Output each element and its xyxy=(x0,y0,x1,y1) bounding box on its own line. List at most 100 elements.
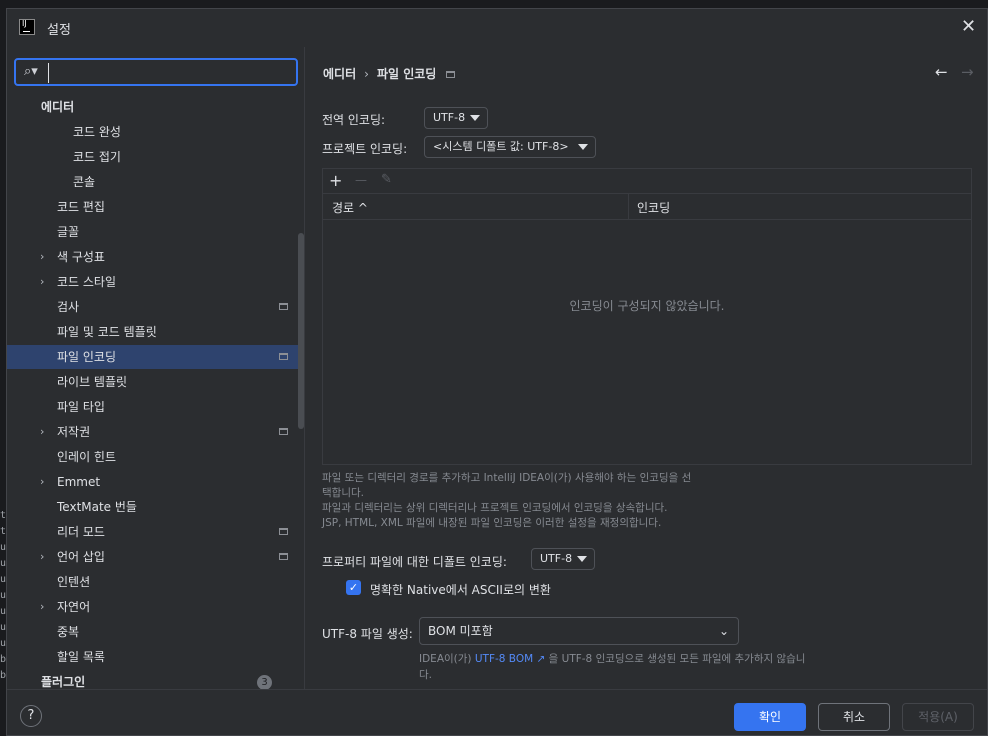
sidebar-item[interactable]: 파일 인코딩 xyxy=(7,345,304,369)
search-input[interactable] xyxy=(48,63,294,83)
breadcrumb-current: 파일 인코딩 xyxy=(376,67,437,81)
remove-icon[interactable]: — xyxy=(355,173,367,187)
sidebar-item-label: 언어 삽입 xyxy=(57,550,105,564)
column-header-path[interactable]: 경로 ^ xyxy=(332,199,368,216)
sidebar-item-label: 인레이 힌트 xyxy=(57,450,117,464)
apply-button[interactable]: 적용(A) xyxy=(902,703,974,731)
sidebar-item-label: 플러그인 xyxy=(41,675,86,689)
dropdown-arrow-icon xyxy=(578,144,588,150)
sidebar-item[interactable]: 코드 편집 xyxy=(7,195,304,219)
sidebar-item-label: 글꼴 xyxy=(57,225,80,239)
edit-icon[interactable]: ✎ xyxy=(381,172,392,187)
global-encoding-value: UTF-8 xyxy=(433,111,466,124)
sidebar-item-label: Emmet xyxy=(57,475,101,489)
chevron-right-icon[interactable]: › xyxy=(40,270,44,294)
project-encoding-select[interactable]: <시스템 디폴트 값: UTF-8> xyxy=(424,136,596,158)
sidebar-item[interactable]: 할일 목록 xyxy=(7,645,304,669)
chevron-right-icon[interactable]: › xyxy=(40,420,44,444)
project-scope-icon xyxy=(279,528,288,535)
help-line: 파일과 디렉터리는 상위 디렉터리나 프로젝트 인코딩에서 인코딩을 상속합니다… xyxy=(322,502,668,514)
global-encoding-select[interactable]: UTF-8 xyxy=(424,107,488,129)
sidebar-item[interactable]: 파일 및 코드 템플릿 xyxy=(7,320,304,344)
sidebar-item-label: 인텐션 xyxy=(57,575,91,589)
sidebar-item-label: 에디터 xyxy=(41,100,75,114)
sidebar-item-label: 할일 목록 xyxy=(57,650,105,664)
sidebar-item-label: 콘솔 xyxy=(73,175,96,189)
settings-content: 에디터 › 파일 인코딩 ← → 전역 인코딩: UTF-8 프로젝트 인코딩: <… xyxy=(305,47,987,689)
sidebar-item-label: 라이브 템플릿 xyxy=(57,375,128,389)
sidebar-item[interactable]: 콘솔 xyxy=(7,170,304,194)
sidebar-item-label: 코드 접기 xyxy=(73,150,121,164)
sidebar-item[interactable]: 코드 완성 xyxy=(7,120,304,144)
global-encoding-label: 전역 인코딩: xyxy=(322,113,386,127)
sidebar-item[interactable]: › 저작권 xyxy=(7,420,304,444)
sidebar-item[interactable]: › 코드 스타일 xyxy=(7,270,304,294)
project-scope-icon xyxy=(446,71,456,78)
settings-sidebar: ⌕▾ 에디터코드 완성코드 접기콘솔코드 편집글꼴 › 색 구성표 › 코드 스타일 검사… xyxy=(7,47,305,689)
sidebar-item[interactable]: 리더 모드 xyxy=(7,520,304,544)
sidebar-item[interactable]: 플러그인 3 xyxy=(7,670,304,689)
sidebar-item[interactable]: 인텐션 xyxy=(7,570,304,594)
sidebar-item-label: 리더 모드 xyxy=(57,525,105,539)
properties-encoding-label: 프로퍼티 파일에 대한 디폴트 인코딩: xyxy=(322,555,507,569)
sidebar-item-label: 파일 및 코드 템플릿 xyxy=(57,325,157,339)
utf8-bom-link[interactable]: UTF-8 BOM ↗ xyxy=(475,653,545,665)
sidebar-item[interactable]: TextMate 번들 xyxy=(7,495,304,519)
add-icon[interactable]: + xyxy=(329,171,342,190)
bom-note: IDEA이(가) UTF-8 BOM ↗ 을 UTF-8 인코딩으로 생성된 모… xyxy=(419,651,849,683)
sidebar-item-label: 코드 편집 xyxy=(57,200,105,214)
sidebar-item[interactable]: › 색 구성표 xyxy=(7,245,304,269)
encoding-mapping-table: + — ✎ 경로 ^ 인코딩 인코딩이 구성되지 않았습니다. xyxy=(322,168,972,465)
properties-encoding-select[interactable]: UTF-8 xyxy=(531,548,595,570)
chevron-right-icon[interactable]: › xyxy=(40,470,44,494)
sidebar-item[interactable]: › 언어 삽입 xyxy=(7,545,304,569)
project-encoding-value: <시스템 디폴트 값: UTF-8> xyxy=(433,140,569,153)
bom-select[interactable]: BOM 미포함 ⌄ xyxy=(419,617,739,645)
search-icon: ⌕▾ xyxy=(24,64,38,79)
settings-dialog: IJ 설정 ✕ ⌕▾ 에디터 코드 완성 코드 접기 콘솔 코드 편집 글꼴 › 색 구성표 ›… xyxy=(6,8,988,736)
breadcrumb-separator: › xyxy=(364,67,369,81)
bom-value: BOM 미포함 xyxy=(428,624,493,638)
sidebar-item[interactable]: 파일 타입 xyxy=(7,395,304,419)
sidebar-item[interactable]: 라이브 템플릿 xyxy=(7,370,304,394)
sidebar-item[interactable]: 에디터 xyxy=(7,95,304,119)
update-count-badge: 3 xyxy=(257,675,272,689)
native-ascii-label[interactable]: 명확한 Native에서 ASCII로의 변환 xyxy=(370,581,551,598)
sidebar-item[interactable]: › Emmet xyxy=(7,470,304,494)
sidebar-item-label: 저작권 xyxy=(57,425,91,439)
forward-arrow-icon[interactable]: → xyxy=(961,63,974,81)
breadcrumb-parent[interactable]: 에디터 xyxy=(323,67,356,81)
cancel-button[interactable]: 취소 xyxy=(818,703,890,731)
back-arrow-icon[interactable]: ← xyxy=(935,63,948,81)
sidebar-item-label: 중복 xyxy=(57,625,80,639)
sidebar-item-label: 파일 인코딩 xyxy=(57,350,117,364)
column-divider[interactable] xyxy=(628,194,629,219)
sidebar-item[interactable]: 인레이 힌트 xyxy=(7,445,304,469)
close-icon[interactable]: ✕ xyxy=(961,18,977,36)
search-field[interactable]: ⌕▾ xyxy=(14,58,298,86)
dropdown-arrow-icon xyxy=(470,115,480,121)
sidebar-item-label: TextMate 번들 xyxy=(57,500,137,514)
ok-button[interactable]: 확인 xyxy=(734,703,806,731)
bom-label: UTF-8 파일 생성: xyxy=(322,627,413,641)
chevron-right-icon[interactable]: › xyxy=(40,545,44,569)
chevron-right-icon[interactable]: › xyxy=(40,595,44,619)
sidebar-item[interactable]: 글꼴 xyxy=(7,220,304,244)
breadcrumb: 에디터 › 파일 인코딩 xyxy=(323,65,456,82)
help-button[interactable]: ? xyxy=(20,705,42,727)
chevron-right-icon[interactable]: › xyxy=(40,245,44,269)
project-scope-icon xyxy=(279,428,288,435)
sidebar-item[interactable]: 중복 xyxy=(7,620,304,644)
chevron-down-icon: ⌄ xyxy=(718,624,729,638)
native-ascii-checkbox[interactable]: ✓ xyxy=(346,580,361,595)
bom-note-suffix: 을 UTF-8 인코딩으로 생성된 모든 파일에 추가하지 않습니 xyxy=(545,653,806,665)
project-scope-icon xyxy=(279,353,288,360)
sidebar-item[interactable]: 코드 접기 xyxy=(7,145,304,169)
help-line: JSP, HTML, XML 파일에 내장된 파일 인코딩은 이러한 설정을 재… xyxy=(322,517,662,529)
title-bar: IJ 설정 ✕ xyxy=(7,9,987,47)
column-header-encoding[interactable]: 인코딩 xyxy=(637,199,670,216)
sidebar-scrollbar[interactable] xyxy=(298,233,304,429)
help-line: 택합니다. xyxy=(322,487,364,499)
sidebar-item[interactable]: › 자연어 xyxy=(7,595,304,619)
sidebar-item[interactable]: 검사 xyxy=(7,295,304,319)
